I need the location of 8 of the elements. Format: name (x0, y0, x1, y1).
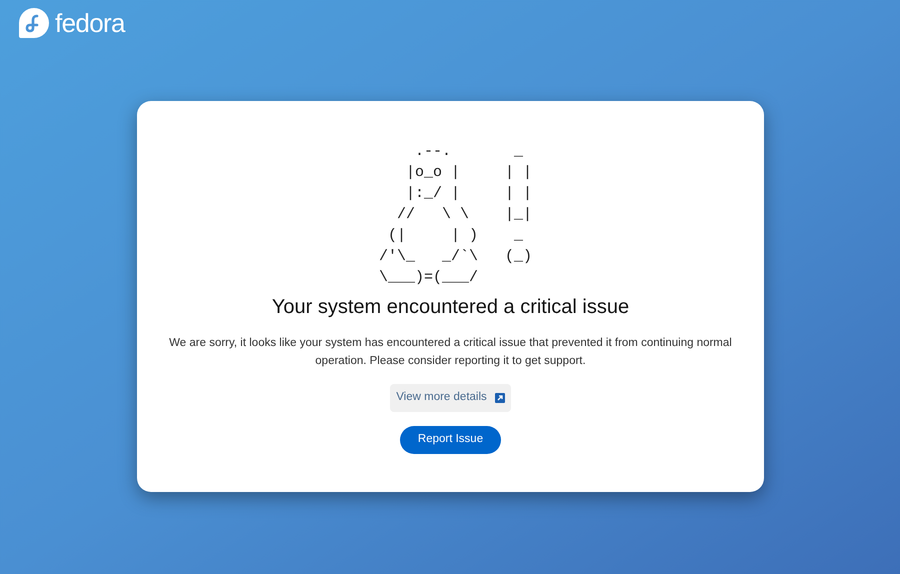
ascii-art: .--. _ |o_o | | | |:_/ | | | // \ \ |_| (| | ) _ /'\_ _/`\ (_) \___)=(___/ (378, 142, 532, 288)
report-issue-button[interactable]: Report Issue (400, 426, 502, 454)
external-link-icon (494, 393, 505, 403)
logo-icon (19, 8, 49, 38)
view-details-link[interactable]: View more details (390, 384, 511, 412)
brand-name: fedora (55, 10, 125, 36)
dialog-message: We are sorry, it looks like your system has encountered a critical issue that prevented it from continuing normal operation. Please consider reporting it to get support. (168, 336, 733, 369)
dialog-title: Your system encountered a critical issue (272, 295, 630, 320)
